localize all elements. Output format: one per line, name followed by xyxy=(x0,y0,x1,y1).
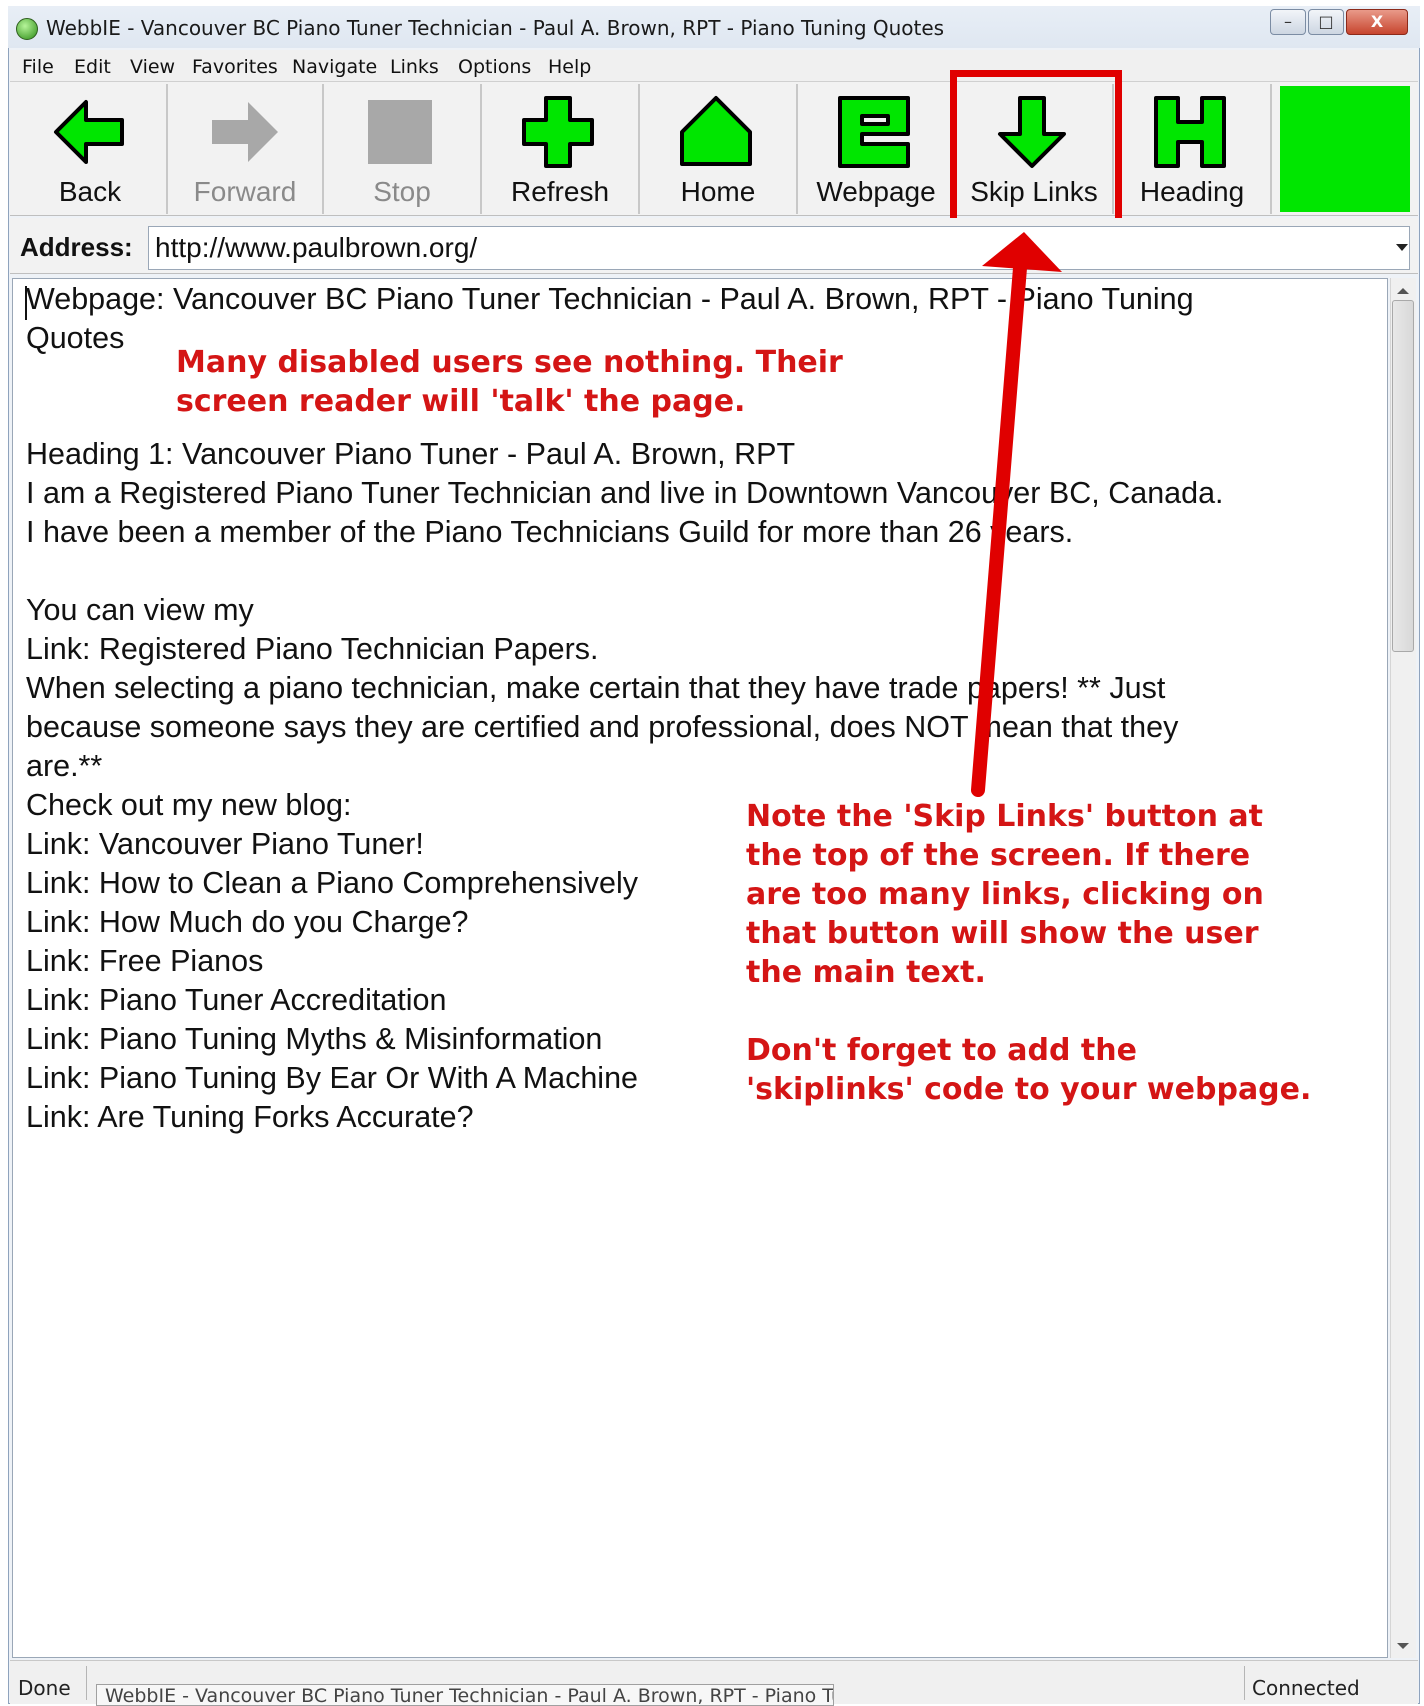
status-text: Done xyxy=(18,1676,71,1700)
status-divider xyxy=(1244,1666,1245,1700)
scroll-thumb[interactable] xyxy=(1392,300,1414,652)
annotation-arrow xyxy=(971,232,1062,797)
scroll-down-icon[interactable] xyxy=(1397,1643,1409,1649)
status-divider xyxy=(86,1666,87,1700)
arrow-head xyxy=(982,232,1062,272)
status-page-title: WebbIE - Vancouver BC Piano Tuner Techni… xyxy=(96,1684,834,1706)
connection-status: Connected xyxy=(1252,1676,1360,1700)
arrow-shaft xyxy=(971,261,1027,797)
scroll-up-icon[interactable] xyxy=(1397,288,1409,294)
